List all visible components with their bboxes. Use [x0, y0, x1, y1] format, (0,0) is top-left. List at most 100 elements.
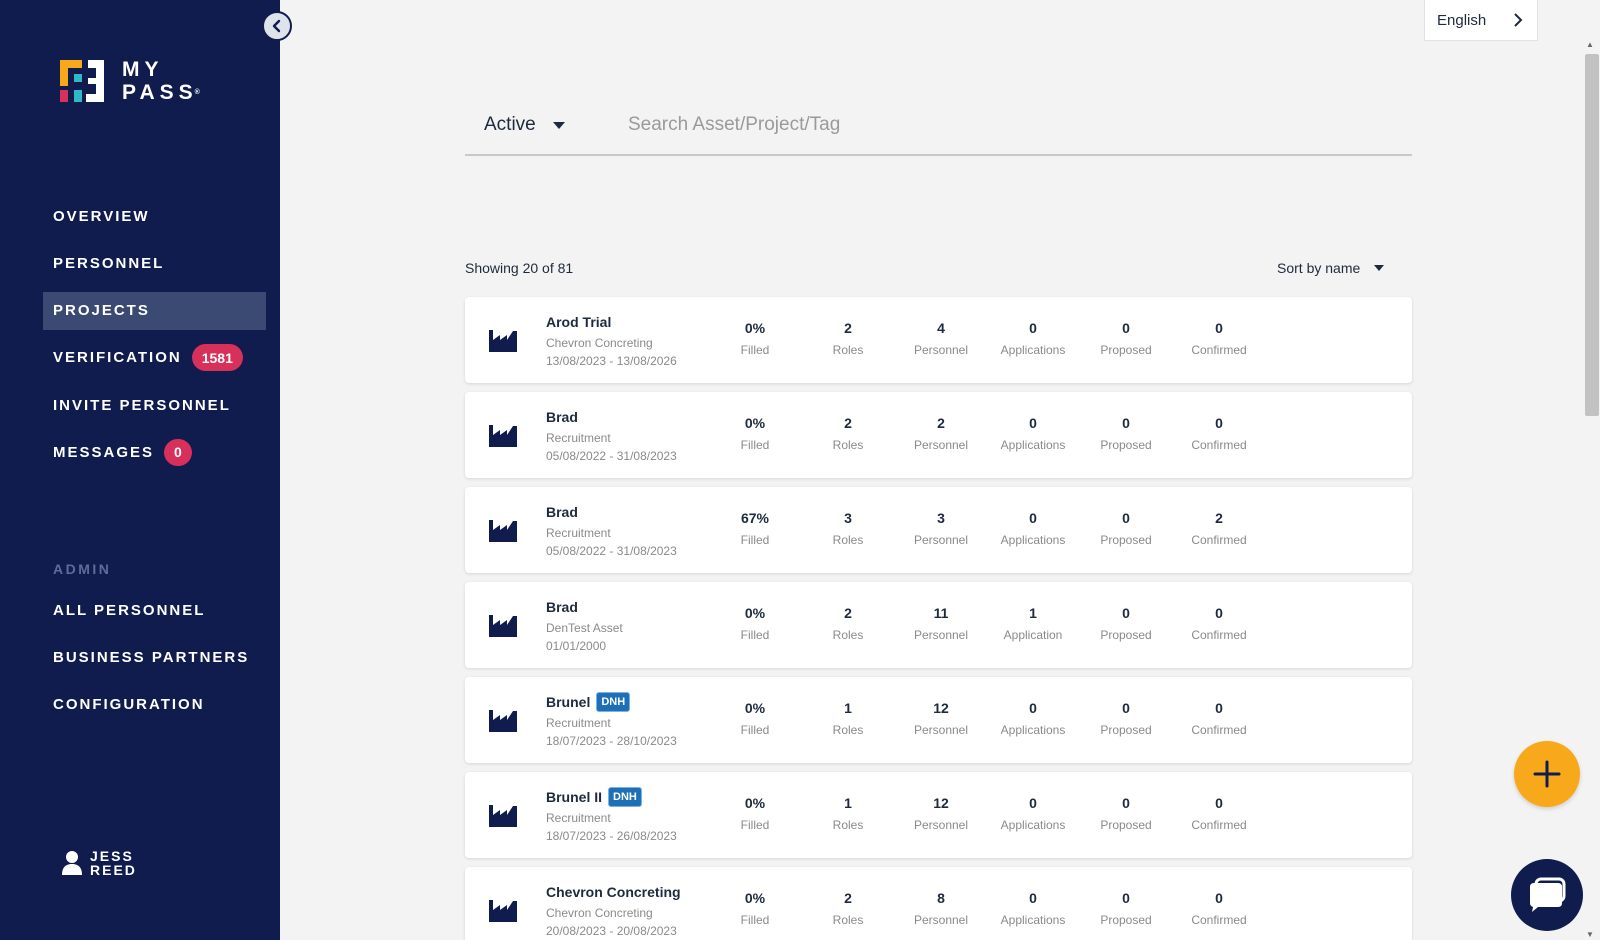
nav-item-verification[interactable]: VERIFICATION 1581 [43, 339, 266, 377]
stat-label: Filled [740, 628, 770, 642]
project-name-line: Arod Trial [546, 313, 677, 330]
stat-label: Filled [740, 533, 770, 547]
factory-icon [489, 328, 517, 357]
project-info: Arod Trial Chevron Concreting 13/08/2023 -… [546, 313, 677, 369]
stat-label: Filled [740, 343, 770, 357]
project-asset: Recruitment [546, 716, 611, 730]
project-asset: DenTest Asset [546, 621, 623, 635]
language-label: English [1437, 11, 1487, 29]
language-selector[interactable]: English [1424, 0, 1538, 41]
project-tag-badge[interactable]: DNH [608, 786, 642, 807]
sidebar-collapse-button[interactable] [262, 11, 292, 41]
stat-value: 12 [933, 795, 949, 811]
stat-confirmed: 0 Confirmed [1174, 795, 1264, 832]
stat-label: Confirmed [1191, 533, 1247, 547]
scroll-up-arrow-icon[interactable]: ▲ [1586, 40, 1594, 49]
verification-count-badge: 1581 [191, 344, 243, 372]
stat-value: 0 [1215, 320, 1223, 336]
stat-label: Personnel [913, 628, 969, 642]
stat-proposed: 0 Proposed [1081, 510, 1171, 547]
stat-proposed: 0 Proposed [1081, 605, 1171, 642]
stat-roles: 2 Roles [803, 415, 893, 452]
nav-label: INVITE PERSONNEL [53, 396, 231, 414]
stat-applications: 1 Application [988, 605, 1078, 642]
sort-dropdown[interactable]: Sort by name [1277, 260, 1385, 276]
stat-label: Filled [740, 723, 770, 737]
user-name: JESS REED [90, 849, 137, 877]
chat-button[interactable] [1511, 859, 1583, 931]
factory-icon [489, 518, 517, 547]
nav-item-invite-personnel[interactable]: INVITE PERSONNEL [43, 386, 266, 424]
stat-value: 0% [744, 605, 766, 621]
status-filter-dropdown[interactable]: Active [465, 114, 628, 136]
nav-label: PERSONNEL [53, 254, 165, 272]
project-dates: 18/07/2023 - 26/08/2023 [546, 829, 677, 843]
stat-personnel: 4 Personnel [896, 320, 986, 357]
user-profile[interactable]: JESS REED [62, 849, 137, 877]
project-row[interactable]: Arod Trial Chevron Concreting 13/08/2023 -… [465, 297, 1412, 383]
logo[interactable]: MY PASS® [60, 58, 200, 104]
project-name: Brunel II [546, 788, 603, 805]
scrollbar-thumb[interactable] [1585, 54, 1599, 416]
stat-label: Filled [740, 913, 770, 927]
nav-item-projects[interactable]: PROJECTS [43, 291, 266, 330]
stat-value: 0 [1029, 795, 1037, 811]
stat-value: 3 [844, 510, 852, 526]
stat-value: 2 [844, 415, 852, 431]
stat-proposed: 0 Proposed [1081, 320, 1171, 357]
stat-value: 0 [1122, 605, 1130, 621]
nav-item-personnel[interactable]: PERSONNEL [43, 244, 266, 282]
project-row[interactable]: Brad Recruitment 05/08/2022 - 31/08/2023 67… [465, 487, 1412, 573]
stat-personnel: 11 Personnel [896, 605, 986, 642]
stat-value: 0% [744, 700, 766, 716]
stat-value: 0 [1122, 890, 1130, 906]
stat-roles: 3 Roles [803, 510, 893, 547]
project-row[interactable]: Brad Recruitment 05/08/2022 - 31/08/2023 0%… [465, 392, 1412, 478]
stat-label: Roles [832, 533, 864, 547]
stat-label: Roles [832, 628, 864, 642]
stat-label: Proposed [1100, 628, 1152, 642]
status-filter-value: Active [484, 114, 536, 135]
stat-filled: 0% Filled [710, 605, 800, 642]
stat-value: 0 [1215, 415, 1223, 431]
chevron-right-icon [1514, 13, 1523, 27]
stat-label: Personnel [913, 343, 969, 357]
stat-label: Roles [832, 723, 864, 737]
scroll-down-arrow-icon[interactable]: ▼ [1586, 930, 1594, 939]
stat-confirmed: 0 Confirmed [1174, 320, 1264, 357]
stat-filled: 67% Filled [710, 510, 800, 547]
nav-item-overview[interactable]: OVERVIEW [43, 197, 266, 235]
caret-down-icon [552, 121, 565, 129]
admin-nav: ALL PERSONNEL BUSINESS PARTNERS CONFIGUR… [43, 591, 266, 733]
stat-proposed: 0 Proposed [1081, 700, 1171, 737]
stat-label: Confirmed [1191, 343, 1247, 357]
project-tag-badge[interactable]: DNH [596, 691, 631, 712]
messages-count-badge: 0 [164, 438, 192, 466]
stat-value: 0 [1215, 700, 1223, 716]
project-name: Arod Trial [546, 313, 612, 330]
project-row[interactable]: Brunel DNH Recruitment 18/07/2023 - 28/10/2… [465, 677, 1412, 763]
project-asset: Chevron Concreting [546, 336, 653, 350]
stat-label: Applications [1000, 533, 1066, 547]
project-name: Brad [546, 598, 578, 615]
nav-item-configuration[interactable]: CONFIGURATION [43, 686, 266, 724]
stat-filled: 0% Filled [710, 795, 800, 832]
project-row[interactable]: Brunel II DNH Recruitment 18/07/2023 - 26/0… [465, 772, 1412, 858]
nav-item-messages[interactable]: MESSAGES 0 [43, 433, 266, 471]
stat-label: Confirmed [1191, 628, 1247, 642]
stat-personnel: 2 Personnel [896, 415, 986, 452]
stat-roles: 2 Roles [803, 320, 893, 357]
search-input[interactable] [628, 114, 1328, 136]
project-row[interactable]: Brad DenTest Asset 01/01/2000 0% Filled 2 Role… [465, 582, 1412, 668]
stat-value: 67% [740, 510, 770, 526]
stat-value: 0 [1029, 415, 1037, 431]
stat-value: 8 [937, 890, 945, 906]
add-project-button[interactable] [1514, 741, 1580, 807]
project-asset: Recruitment [546, 431, 611, 445]
project-row[interactable]: Chevron Concreting Chevron Concreting 20/0… [465, 867, 1412, 940]
nav-item-all-personnel[interactable]: ALL PERSONNEL [43, 591, 266, 629]
user-last-name: REED [90, 862, 137, 878]
stat-label: Proposed [1100, 343, 1152, 357]
stat-label: Personnel [913, 818, 969, 832]
nav-item-business-partners[interactable]: BUSINESS PARTNERS [43, 638, 266, 676]
